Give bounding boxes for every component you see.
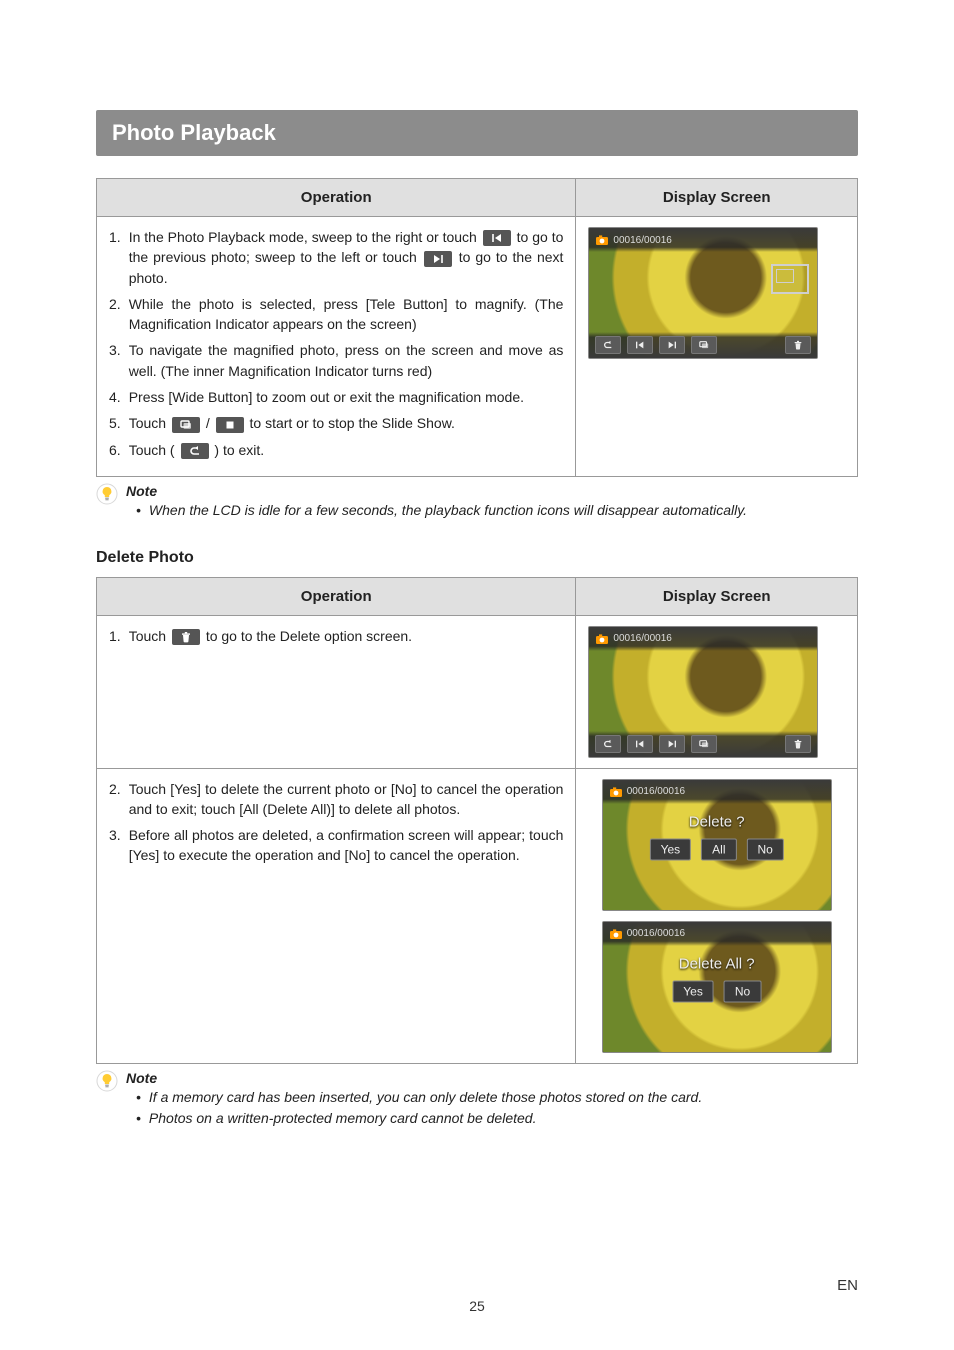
photo-counter: 00016/00016: [627, 786, 685, 797]
bar-next-button[interactable]: [659, 735, 685, 753]
step-3: Before all photos are deleted, a confirm…: [109, 825, 563, 866]
camera-icon: [595, 233, 609, 247]
bar-prev-button[interactable]: [627, 336, 653, 354]
note-title: Note: [126, 1070, 858, 1086]
note-line: Photos on a written-protected memory car…: [149, 1109, 537, 1129]
return-icon: [181, 443, 209, 459]
bar-trash-button[interactable]: [785, 735, 811, 753]
yes-button[interactable]: Yes: [650, 838, 692, 860]
bar-next-button[interactable]: [659, 336, 685, 354]
bar-slideshow-button[interactable]: [691, 735, 717, 753]
section-header: Photo Playback: [96, 110, 858, 156]
all-button[interactable]: All: [701, 838, 736, 860]
delete-screenshot-3: 00016/00016 Delete All ? Yes No: [602, 921, 832, 1053]
delete-photo-table: Operation Display Screen Touch to go to …: [96, 577, 858, 1064]
display-cell: 00016/00016: [576, 615, 858, 768]
bar-slideshow-button[interactable]: [691, 336, 717, 354]
photo-counter: 00016/00016: [613, 633, 671, 644]
operation-cell: Touch [Yes] to delete the current photo …: [97, 768, 576, 1063]
yes-button[interactable]: Yes: [672, 980, 714, 1002]
magnification-indicator: [771, 264, 809, 294]
col-operation: Operation: [97, 179, 576, 217]
display-cell: 00016/00016: [576, 217, 858, 477]
note-line: If a memory card has been inserted, you …: [149, 1088, 702, 1108]
delete-all-dialog: Delete All ? Yes No: [672, 955, 761, 1002]
col-operation: Operation: [97, 577, 576, 615]
step-5: Touch / to start or to stop the Slide Sh…: [109, 413, 563, 433]
camera-icon: [595, 632, 609, 646]
delete-question: Delete ?: [650, 813, 784, 830]
step-2: Touch [Yes] to delete the current photo …: [109, 779, 563, 820]
photo-counter: 00016/00016: [613, 235, 671, 246]
col-display: Display Screen: [576, 577, 858, 615]
next-photo-icon: [424, 251, 452, 267]
playback-screenshot: 00016/00016: [588, 227, 818, 359]
step-6: Touch ( ) to exit.: [109, 440, 563, 460]
slideshow-start-icon: [172, 417, 200, 433]
slideshow-stop-icon: [216, 417, 244, 433]
note-line: When the LCD is idle for a few seconds, …: [149, 501, 747, 521]
step-1: In the Photo Playback mode, sweep to the…: [109, 227, 563, 288]
bar-return-button[interactable]: [595, 336, 621, 354]
prev-photo-icon: [483, 230, 511, 246]
step-1: Touch to go to the Delete option screen.: [109, 626, 563, 646]
trash-icon: [172, 629, 200, 645]
bar-prev-button[interactable]: [627, 735, 653, 753]
bulb-icon: [96, 1070, 118, 1092]
delete-screenshot-1: 00016/00016: [588, 626, 818, 758]
page-number: 25: [0, 1298, 954, 1314]
camera-icon: [609, 785, 623, 799]
step-3: To navigate the magnified photo, press o…: [109, 340, 563, 381]
display-cell: 00016/00016 Delete ? Yes All No: [576, 768, 858, 1063]
playback-bar: [589, 332, 817, 358]
photo-counter: 00016/00016: [627, 928, 685, 939]
no-button[interactable]: No: [746, 838, 783, 860]
operation-cell: In the Photo Playback mode, sweep to the…: [97, 217, 576, 477]
note-title: Note: [126, 483, 858, 499]
bar-trash-button[interactable]: [785, 336, 811, 354]
operation-cell: Touch to go to the Delete option screen.: [97, 615, 576, 768]
photo-playback-table: Operation Display Screen In the Photo Pl…: [96, 178, 858, 477]
bulb-icon: [96, 483, 118, 505]
no-button[interactable]: No: [724, 980, 761, 1002]
bar-return-button[interactable]: [595, 735, 621, 753]
step-2: While the photo is selected, press [Tele…: [109, 294, 563, 335]
note-block-1: Note •When the LCD is idle for a few sec…: [96, 483, 858, 521]
delete-dialog: Delete ? Yes All No: [650, 813, 784, 860]
step-4: Press [Wide Button] to zoom out or exit …: [109, 387, 563, 407]
delete-photo-heading: Delete Photo: [96, 549, 858, 567]
note-block-2: Note •If a memory card has been inserted…: [96, 1070, 858, 1129]
delete-all-question: Delete All ?: [672, 955, 761, 972]
language-mark: EN: [837, 1277, 858, 1294]
camera-icon: [609, 927, 623, 941]
playback-bar: [589, 731, 817, 757]
col-display: Display Screen: [576, 179, 858, 217]
delete-screenshot-2: 00016/00016 Delete ? Yes All No: [602, 779, 832, 911]
